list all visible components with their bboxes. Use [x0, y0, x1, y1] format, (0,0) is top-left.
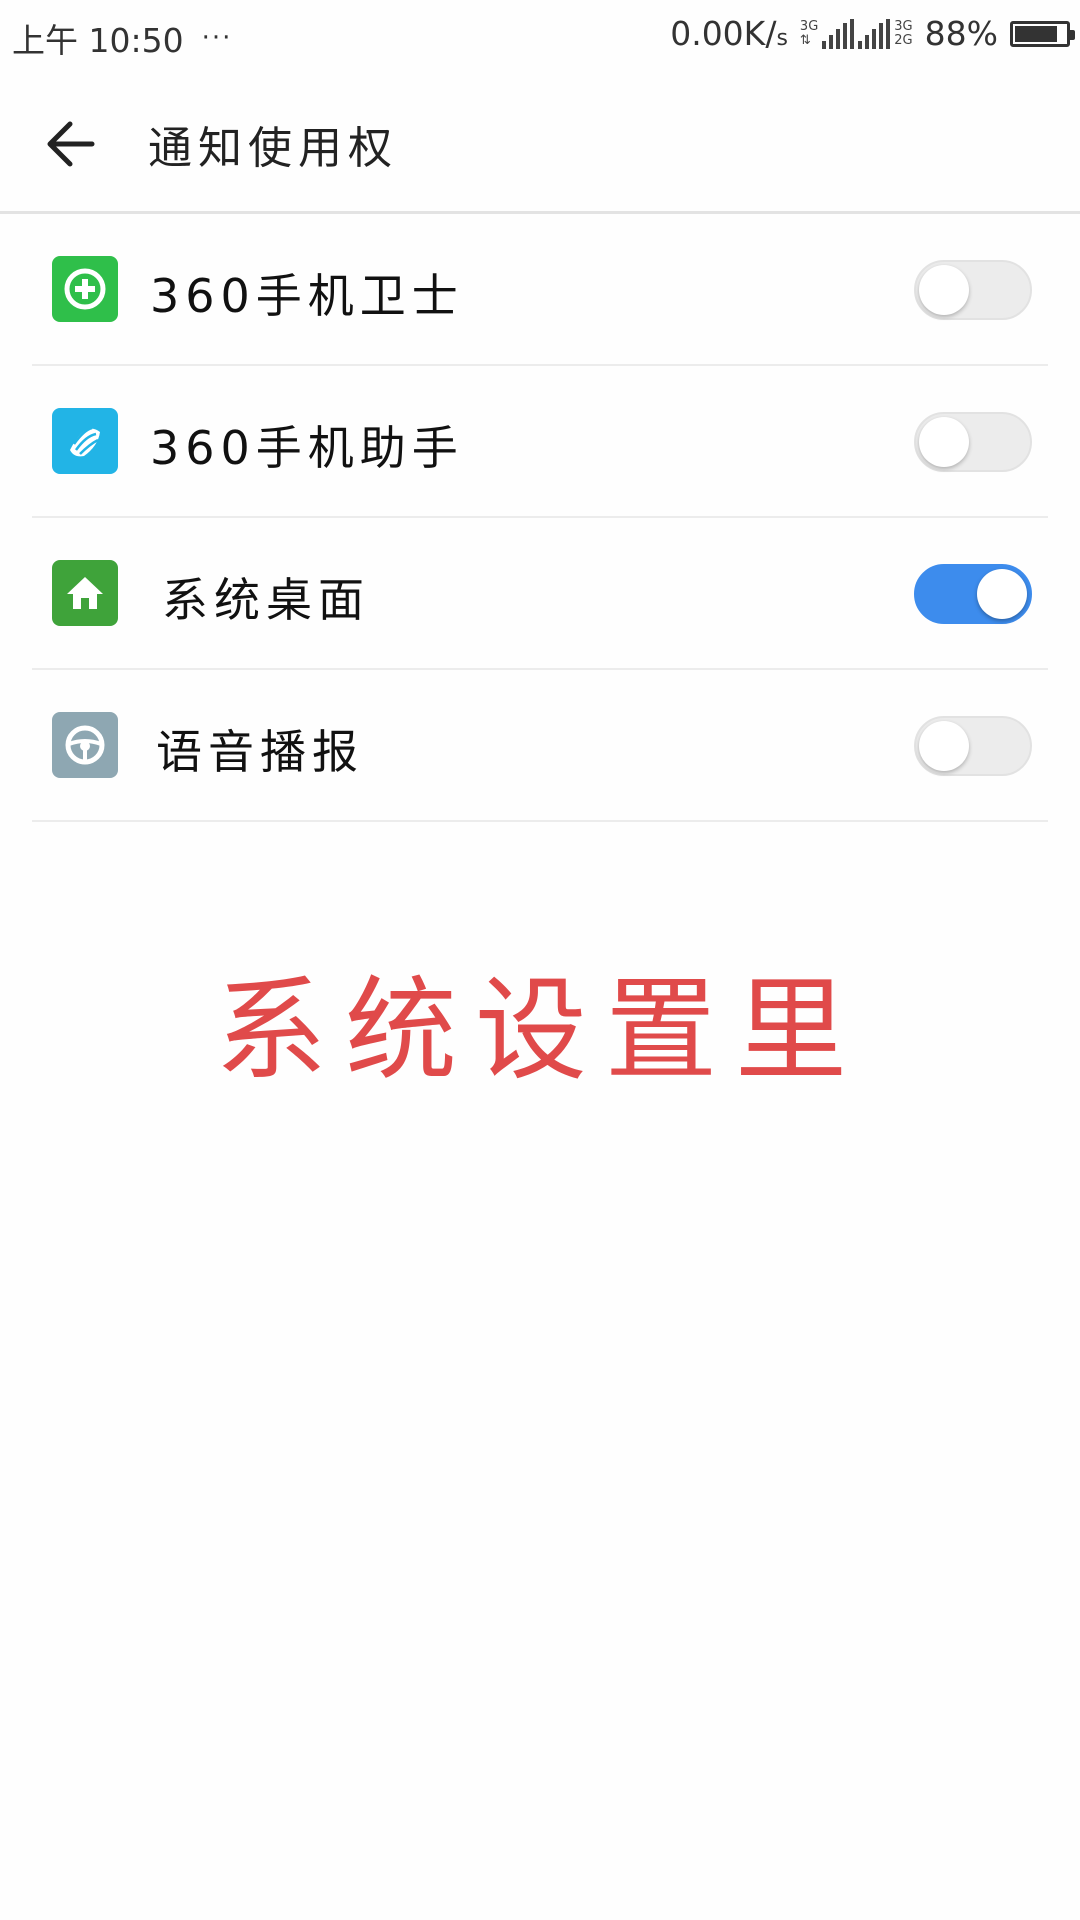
battery-icon	[1010, 20, 1075, 47]
notification-toggle[interactable]	[914, 260, 1032, 320]
network-type-tags: 3G ⇅	[799, 18, 819, 48]
toggle-knob	[919, 265, 969, 315]
list-item-360-assistant[interactable]: 360手机助手	[32, 366, 1048, 518]
status-more-icon: ···	[201, 23, 233, 53]
signal-bars-2-icon	[858, 18, 891, 49]
status-right: 0.00K/s 3G ⇅ 3G 2G 88%	[670, 14, 1075, 53]
wheel-icon	[65, 725, 105, 765]
network-tag: 3G	[894, 18, 913, 34]
status-bar: 上午 10:50 ··· 0.00K/s 3G ⇅ 3G 2G 88%	[0, 0, 1080, 72]
battery-fill	[1015, 25, 1057, 42]
notification-access-list: 360手机卫士 360手机助手 系统桌面 语音播报	[0, 214, 1080, 822]
shield-plus-icon	[64, 268, 106, 310]
360-security-icon	[52, 256, 118, 322]
network-speed-unit: s	[776, 26, 788, 51]
network-speed-value: 0.00K/	[670, 14, 777, 53]
toggle-knob	[919, 417, 969, 467]
app-label: 360手机卫士	[150, 269, 464, 323]
back-button[interactable]	[40, 116, 100, 172]
arrow-left-icon	[47, 121, 95, 167]
status-left: 上午 10:50 ···	[12, 14, 232, 62]
toggle-knob	[919, 721, 969, 771]
network-tag: 3G	[799, 18, 819, 34]
list-item-360-security[interactable]: 360手机卫士	[32, 214, 1048, 366]
network-type-tags-2: 3G 2G	[894, 18, 913, 48]
notification-toggle[interactable]	[914, 564, 1032, 624]
house-icon	[67, 577, 103, 609]
app-label: 系统桌面	[162, 573, 370, 627]
toggle-knob	[977, 569, 1027, 619]
status-time: 上午 10:50	[12, 21, 184, 60]
signal-bars-icon	[822, 18, 855, 49]
notification-toggle[interactable]	[914, 412, 1032, 472]
battery-percent: 88%	[924, 14, 998, 53]
page-title: 通知使用权	[148, 123, 398, 174]
steering-wheel-icon	[52, 712, 118, 778]
signal-icon: 3G ⇅ 3G 2G	[799, 18, 913, 49]
network-speed: 0.00K/s	[670, 14, 788, 53]
home-icon	[52, 560, 118, 626]
shell-icon	[70, 426, 100, 457]
notification-toggle[interactable]	[914, 716, 1032, 776]
data-arrows-icon: ⇅	[799, 32, 811, 48]
network-tag: 2G	[894, 32, 913, 48]
list-item-system-launcher[interactable]: 系统桌面	[32, 518, 1048, 670]
list-item-voice-broadcast[interactable]: 语音播报	[32, 670, 1048, 822]
app-label: 360手机助手	[150, 421, 464, 475]
annotation-text: 系统设置里	[215, 966, 865, 1096]
360-assistant-icon	[52, 408, 118, 474]
app-bar: 通知使用权	[0, 72, 1080, 214]
app-label: 语音播报	[156, 725, 364, 779]
